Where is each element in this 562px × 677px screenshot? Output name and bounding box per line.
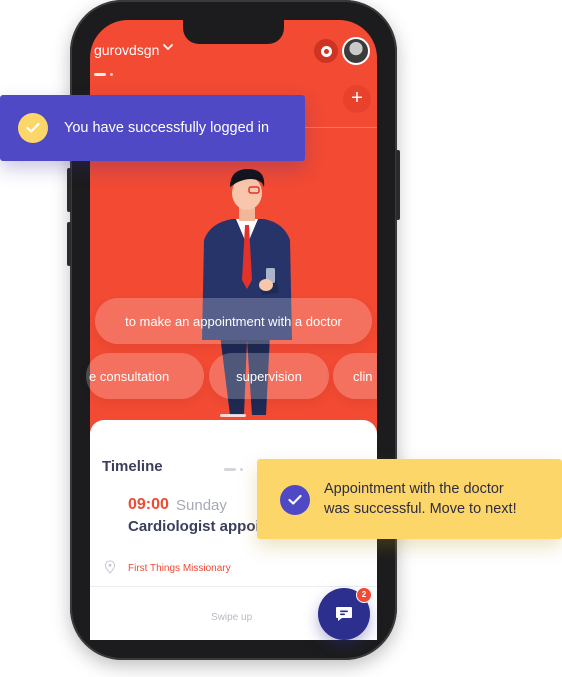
timeline-divider [90,586,377,587]
appointment-title[interactable]: Cardiologist appoi [128,518,260,535]
add-button[interactable]: + [343,85,371,113]
check-icon [280,485,310,515]
chip-clinic-label: clin [353,368,373,384]
appointment-success-toast[interactable]: Appointment with the doctor was successf… [257,459,562,539]
check-icon [18,113,48,143]
swipe-up-hint: Swipe up [211,612,253,623]
timeline-indicator-active [224,468,236,471]
chip-supervision[interactable]: supervision [209,353,329,399]
account-switcher[interactable]: gurovdsgn [94,42,159,58]
phone-notch [183,20,284,44]
timeline-indicator-dot [240,468,243,471]
appointment-success-line2: was successful. Move to next! [324,501,517,517]
chevron-down-icon[interactable] [163,42,173,55]
chat-badge: 2 [356,587,372,603]
appointment-success-line1: Appointment with the doctor [324,481,504,497]
sheet-drag-handle[interactable] [220,414,246,417]
phone-volume-up [67,168,71,212]
chat-icon [336,607,352,621]
chip-consultation[interactable]: e consultation [86,353,204,399]
location-pin-icon [104,560,116,574]
record-icon [320,45,332,57]
chip-make-appointment[interactable]: to make an appointment with a doctor [95,298,372,344]
appointment-time: 09:00 [128,496,169,513]
chip-clinic[interactable]: clin [333,353,377,399]
header-divider [305,127,377,128]
page-indicator-dot [110,73,113,76]
chip-consultation-label: e consultation [89,368,170,384]
timeline-title: Timeline [102,458,163,475]
record-button[interactable] [314,39,338,63]
login-success-message: You have successfully logged in [64,120,270,136]
page-indicator-active [94,73,106,76]
phone-power-button [396,150,400,220]
appointment-location[interactable]: First Things Missionary [128,563,231,574]
phone-volume-down [67,222,71,266]
avatar[interactable] [342,37,370,65]
appointment-day: Sunday [176,497,227,514]
login-success-toast[interactable]: You have successfully logged in [0,95,305,161]
